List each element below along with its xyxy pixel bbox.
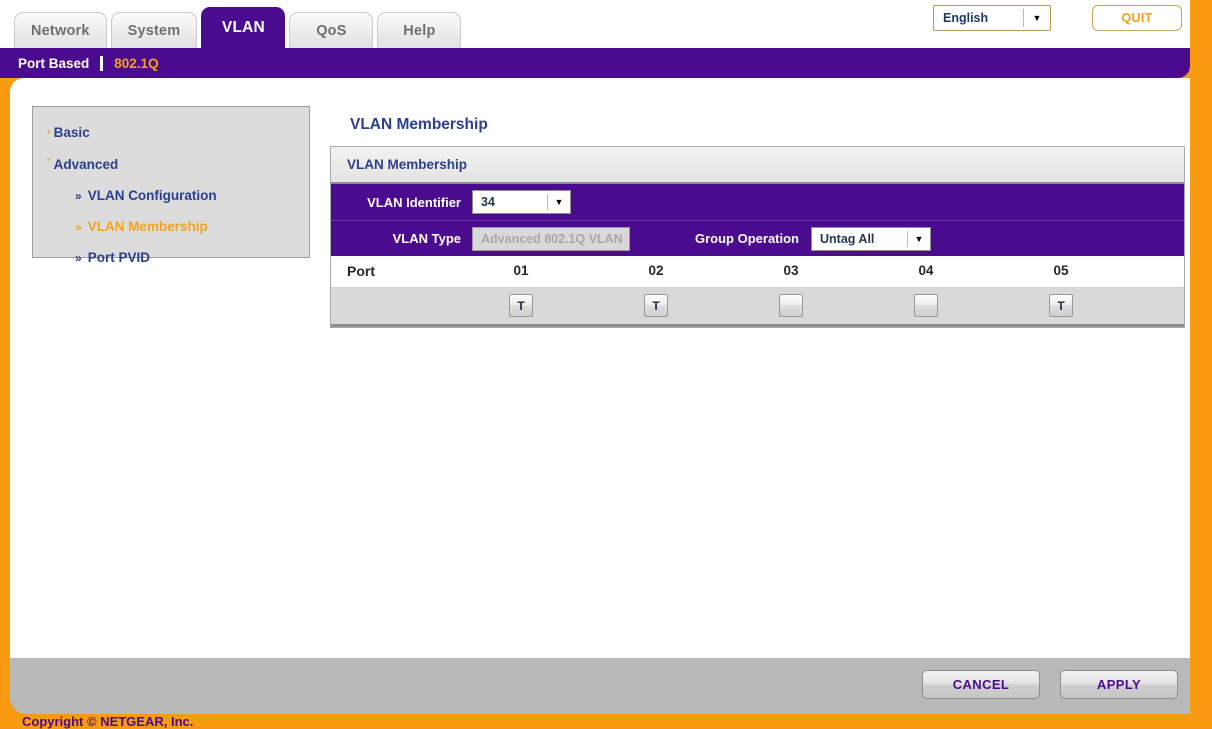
sidebar-item-basic[interactable]: › Basic: [33, 116, 309, 148]
panel-header-label: VLAN Membership: [347, 157, 468, 172]
page-title: VLAN Membership: [350, 116, 488, 133]
group-operation-select[interactable]: Untag All ▼: [811, 226, 931, 251]
apply-button[interactable]: APPLY: [1060, 670, 1178, 699]
chevron-down-icon: ▼: [1032, 13, 1042, 23]
sidebar-item-advanced[interactable]: ˇ Advanced: [33, 148, 309, 180]
double-chevron-icon: »: [75, 250, 82, 265]
group-operation-label: Group Operation: [695, 231, 799, 246]
tab-qos-label: QoS: [316, 22, 347, 39]
quit-button-label: QUIT: [1121, 11, 1153, 25]
port-toggle-02[interactable]: T: [644, 294, 668, 317]
apply-button-label: APPLY: [1096, 677, 1142, 692]
language-select[interactable]: English ▼: [933, 5, 1051, 31]
port-number-05: 05: [1053, 263, 1069, 278]
chevron-down-icon: ˇ: [47, 157, 51, 170]
vlan-identifier-label: VLAN Identifier: [367, 194, 461, 210]
port-toggle-row: T T T: [331, 288, 1184, 327]
vlan-identifier-row: VLAN Identifier 34 ▼: [331, 184, 1184, 220]
vlan-membership-panel: VLAN Membership VLAN Identifier 34 ▼ VLA…: [330, 146, 1185, 328]
port-row-label: Port: [347, 263, 375, 279]
port-toggle-03[interactable]: [779, 294, 803, 317]
quit-button[interactable]: QUIT: [1092, 5, 1182, 31]
sidebar-item-advanced-label: Advanced: [53, 156, 119, 172]
subnav-item-port-based[interactable]: Port Based: [18, 56, 89, 71]
sidebar-item-vlan-configuration-label: VLAN Configuration: [87, 188, 217, 203]
sidebar-item-port-pvid[interactable]: » Port PVID: [33, 242, 309, 273]
vlan-type-label: VLAN Type: [392, 231, 461, 246]
footer-action-bar: CANCEL APPLY: [10, 658, 1190, 714]
cancel-button-label: CANCEL: [952, 677, 1010, 692]
port-number-03: 03: [783, 263, 799, 278]
chevron-right-icon: ›: [47, 125, 51, 138]
tab-system[interactable]: System: [110, 12, 198, 48]
sidebar-item-vlan-membership-label: VLAN Membership: [87, 219, 208, 234]
content-area: › Basic ˇ Advanced » VLAN Configuration …: [10, 78, 1190, 658]
port-number-02: 02: [648, 263, 664, 278]
chevron-down-icon: ▼: [554, 197, 564, 207]
subnav-divider: [100, 55, 104, 71]
vlan-type-value: Advanced 802.1Q VLAN: [481, 231, 623, 246]
application-frame: Network System VLAN QoS Help English ▼ Q…: [0, 0, 1212, 729]
port-number-01: 01: [513, 263, 529, 278]
chevron-down-icon: ▼: [914, 233, 924, 244]
tab-help[interactable]: Help: [377, 12, 462, 48]
port-number-04: 04: [918, 263, 934, 278]
sidebar-item-port-pvid-label: Port PVID: [87, 250, 150, 265]
double-chevron-icon: »: [75, 219, 82, 234]
tab-help-label: Help: [403, 22, 436, 39]
vlan-type-value-field: Advanced 802.1Q VLAN: [472, 226, 630, 251]
port-toggle-05-state: T: [1057, 298, 1065, 313]
language-select-value: English: [943, 11, 989, 25]
tab-vlan-label: VLAN: [221, 19, 265, 36]
cancel-button[interactable]: CANCEL: [922, 670, 1040, 699]
tab-qos[interactable]: QoS: [289, 12, 374, 48]
sidebar-item-vlan-configuration[interactable]: » VLAN Configuration: [33, 180, 309, 211]
sub-navigation-bar: Port Based 802.1Q: [0, 48, 1190, 78]
double-chevron-icon: »: [75, 188, 82, 203]
port-toggle-01[interactable]: T: [509, 294, 533, 317]
main-tab-strip: Network System VLAN QoS Help: [14, 6, 462, 48]
port-toggle-04[interactable]: [914, 294, 938, 317]
tab-vlan[interactable]: VLAN: [201, 7, 286, 48]
port-toggle-05[interactable]: T: [1049, 294, 1073, 317]
tab-network-label: Network: [31, 22, 90, 39]
subnav-item-dot1q[interactable]: 802.1Q: [114, 56, 158, 71]
vlan-type-row: VLAN Type Advanced 802.1Q VLAN Group Ope…: [331, 220, 1184, 256]
vlan-identifier-value: 34: [481, 195, 495, 209]
port-toggle-01-state: T: [517, 298, 525, 313]
sidebar-item-vlan-membership[interactable]: » VLAN Membership: [33, 211, 309, 242]
sidebar-navigation: › Basic ˇ Advanced » VLAN Configuration …: [32, 106, 310, 265]
tab-system-label: System: [127, 22, 181, 39]
sidebar-item-basic-label: Basic: [53, 124, 90, 140]
group-operation-value: Untag All: [820, 231, 875, 246]
tab-network[interactable]: Network: [14, 12, 107, 48]
panel-header: VLAN Membership: [331, 147, 1184, 184]
top-bar: Network System VLAN QoS Help English ▼ Q…: [0, 0, 1190, 48]
port-header-row: Port 01 02 03 04 05: [331, 256, 1184, 288]
port-toggle-02-state: T: [652, 298, 660, 313]
vlan-identifier-select[interactable]: 34 ▼: [472, 190, 571, 214]
